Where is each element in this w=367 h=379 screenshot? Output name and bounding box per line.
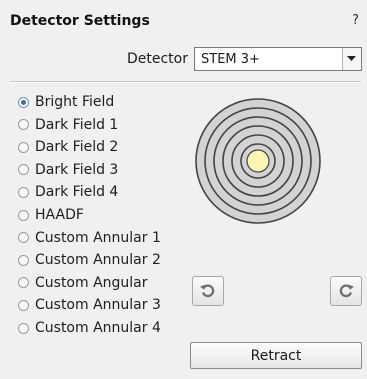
mode-label: Custom Annular 2 bbox=[35, 252, 161, 269]
mode-label: Custom Annular 3 bbox=[35, 297, 161, 314]
bright-field-segment[interactable] bbox=[246, 149, 270, 173]
rotate-cw-button[interactable] bbox=[330, 276, 362, 306]
mode-radio-item[interactable]: Dark Field 1 bbox=[18, 116, 118, 134]
retract-button[interactable]: Retract bbox=[190, 342, 362, 369]
rotate-ccw-icon bbox=[200, 284, 215, 298]
mode-label: Dark Field 3 bbox=[35, 161, 119, 178]
chevron-down-icon bbox=[347, 56, 356, 61]
rotate-cw-icon bbox=[339, 284, 354, 298]
mode-radio-item[interactable]: Custom Annular 2 bbox=[18, 251, 161, 269]
radio-button[interactable] bbox=[18, 96, 29, 108]
mode-radio-item[interactable]: HAADF bbox=[18, 206, 84, 224]
radio-button[interactable] bbox=[18, 186, 29, 198]
mode-label: Custom Annular 4 bbox=[35, 320, 161, 336]
radio-button[interactable] bbox=[18, 299, 29, 311]
radio-button[interactable] bbox=[18, 141, 29, 153]
detector-target-diagram bbox=[195, 98, 321, 224]
radio-button[interactable] bbox=[18, 232, 29, 244]
dropdown-arrow[interactable] bbox=[342, 48, 361, 70]
mode-radio-item[interactable]: Bright Field bbox=[18, 93, 114, 111]
mode-label: Bright Field bbox=[35, 94, 115, 110]
mode-radio-item[interactable]: Custom Annular 4 bbox=[18, 319, 161, 337]
radio-button[interactable] bbox=[18, 164, 29, 176]
radio-button[interactable] bbox=[18, 209, 29, 221]
rotate-ccw-button[interactable] bbox=[192, 276, 224, 306]
mode-label: Custom Annular 1 bbox=[35, 229, 161, 246]
radio-button[interactable] bbox=[18, 322, 29, 334]
mode-label: HAADF bbox=[35, 207, 84, 223]
radio-button[interactable] bbox=[18, 119, 29, 131]
detector-select-value: STEM 3+ bbox=[201, 52, 260, 67]
mode-radio-item[interactable]: Custom Annular 1 bbox=[18, 229, 161, 247]
radio-button[interactable] bbox=[18, 254, 29, 266]
mode-label: Custom Angular bbox=[35, 274, 148, 291]
mode-radio-item[interactable]: Custom Angular bbox=[18, 274, 148, 292]
help-button[interactable]: ? bbox=[352, 13, 359, 28]
mode-radio-item[interactable]: Dark Field 3 bbox=[18, 161, 118, 179]
divider bbox=[10, 81, 361, 83]
mode-label: Dark Field 4 bbox=[35, 184, 119, 201]
mode-label: Dark Field 1 bbox=[35, 116, 119, 133]
mode-radio-item[interactable]: Dark Field 2 bbox=[18, 138, 118, 156]
detector-select[interactable]: STEM 3+ bbox=[194, 47, 362, 71]
mode-radio-item[interactable]: Dark Field 4 bbox=[18, 183, 118, 201]
mode-label: Dark Field 2 bbox=[35, 139, 119, 156]
mode-radio-item[interactable]: Custom Annular 3 bbox=[18, 296, 161, 314]
detector-label: Detector bbox=[126, 51, 188, 67]
panel-title: Detector Settings bbox=[10, 13, 150, 29]
radio-button[interactable] bbox=[18, 277, 29, 289]
